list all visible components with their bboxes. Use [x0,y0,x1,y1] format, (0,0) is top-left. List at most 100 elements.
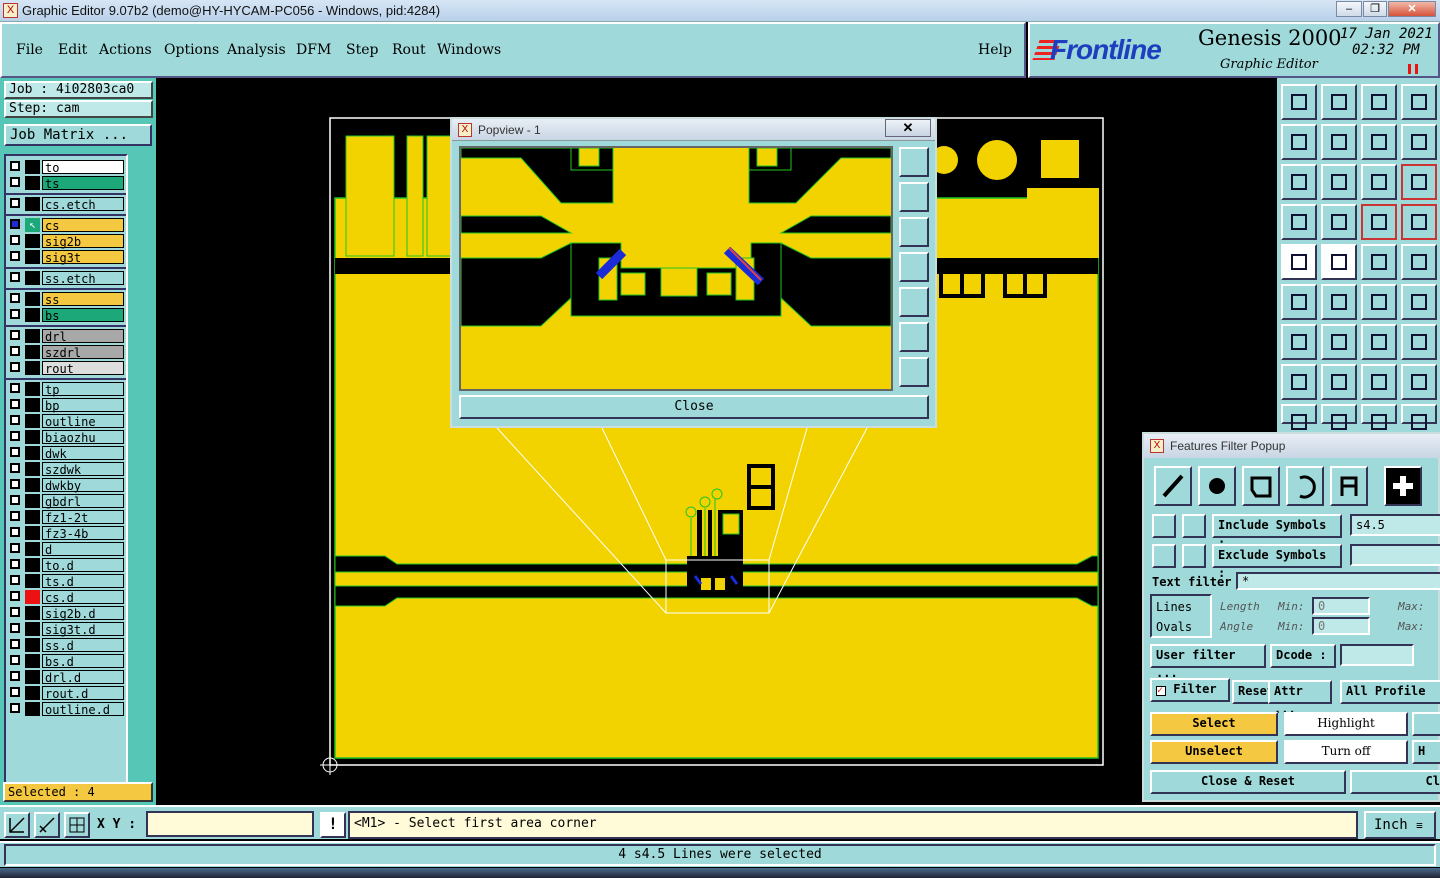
layer-row-fz3-4b[interactable]: fz3-4b [8,526,126,541]
layer-row-cs[interactable]: ↖ cs [8,218,126,233]
layer-affected-marker[interactable] [25,686,40,700]
exclude-pick-icon[interactable] [1152,544,1176,568]
layer-row-ts-d[interactable]: ts.d [8,574,126,589]
popview-center-icon[interactable] [899,357,929,387]
layer-affected-marker[interactable] [25,606,40,620]
popview-zoomed-view[interactable] [461,148,891,389]
warn-4-icon[interactable] [1401,404,1437,430]
popview-pan-left-icon[interactable] [899,252,929,282]
menu-edit[interactable]: Edit [58,42,87,58]
layer-row-szdwk[interactable]: szdwk [8,462,126,477]
layer-checkbox[interactable] [10,527,20,537]
menu-step[interactable]: Step [346,42,378,58]
exclude-symbols-button[interactable]: Exclude Symbols : [1212,544,1342,580]
center-icon[interactable] [1321,164,1357,200]
layer-row-sig2b[interactable]: sig2b [8,234,126,249]
layer-row-drl-d[interactable]: drl.d [8,670,126,685]
layer-row-to[interactable]: to [8,160,126,175]
layer-checkbox[interactable] [10,293,20,303]
popview-zoom-in-icon[interactable] [899,147,929,177]
zoom-10-icon[interactable] [1361,124,1397,160]
layer-row-gbdrl[interactable]: gbdrl [8,494,126,509]
add-pad-icon[interactable] [1281,244,1317,280]
units-dropdown[interactable]: Inch ≡ [1364,811,1436,839]
layer-affected-marker[interactable] [25,574,40,588]
layer-affected-marker[interactable] [25,414,40,428]
layer-row-drl[interactable]: drl [8,329,126,344]
minimize-button[interactable]: – [1336,1,1362,17]
filter-titlebar[interactable]: X Features Filter Popup [1144,434,1440,458]
layer-checkbox[interactable] [10,511,20,521]
help-query-icon[interactable] [1401,164,1437,200]
highlight-button[interactable]: Highlight [1284,712,1408,736]
layer-row-biaozhu[interactable]: biaozhu [8,430,126,445]
layer-row-ss-etch[interactable]: ss.etch [8,271,126,286]
layer-row-to-d[interactable]: to.d [8,558,126,573]
layer-affected-marker[interactable] [25,329,40,343]
cutter-icon[interactable] [1281,204,1317,240]
exclude-symbols-input[interactable] [1350,544,1440,566]
layer-row-fz1-2t[interactable]: fz1-2t [8,510,126,525]
layer-row-dwk[interactable]: dwk [8,446,126,461]
layer-checkbox[interactable] [10,543,20,553]
work-layer-pointer-icon[interactable]: ↖ [25,218,40,232]
pan-left-icon[interactable] [1281,124,1317,160]
angle-icon[interactable] [1281,324,1317,360]
popview-close-icon[interactable]: ✕ [885,119,931,137]
layer-affected-marker[interactable] [25,558,40,572]
popview-titlebar[interactable]: X Popview - 1 ✕ [452,119,935,141]
arc-type-icon[interactable] [1286,466,1324,506]
layer-row-szdrl[interactable]: szdrl [8,345,126,360]
layer-checkbox[interactable] [10,431,20,441]
select-button[interactable]: Select [1150,712,1278,736]
layer-affected-marker[interactable] [25,590,40,604]
layer-affected-marker[interactable] [25,345,40,359]
dot-icon[interactable] [1401,244,1437,280]
layer-row-sig3t[interactable]: sig3t [8,250,126,265]
include-pick-icon[interactable] [1152,514,1176,538]
layer-affected-marker[interactable] [25,702,40,716]
layer-affected-marker[interactable] [25,292,40,306]
layer-row-ts[interactable]: ts [8,176,126,191]
include-pick2-icon[interactable] [1182,514,1206,538]
layer-checkbox[interactable] [10,362,20,372]
job-matrix-button[interactable]: Job Matrix ... [4,124,152,146]
resize-icon[interactable] [1361,364,1397,400]
layer-affected-marker[interactable] [25,622,40,636]
layer-checkbox[interactable] [10,198,20,208]
unselect-button[interactable]: Unselect [1150,740,1278,764]
layer-checkbox[interactable] [10,399,20,409]
layer-affected-marker[interactable] [25,638,40,652]
text-filter-input[interactable]: * [1236,572,1440,590]
restore-button[interactable]: ❐ [1363,1,1387,17]
layer-affected-marker[interactable] [25,526,40,540]
popview-pan-down-icon[interactable] [899,217,929,247]
popview-close-button[interactable]: Close [459,395,929,419]
pause-icon[interactable] [1408,64,1418,74]
warn-3-icon[interactable] [1361,404,1397,430]
menu-help[interactable]: Help [978,42,1012,58]
layer-diff-icon[interactable] [1401,204,1437,240]
layer-checkbox[interactable] [10,655,20,665]
close-window-button[interactable]: ✕ [1388,1,1436,17]
exclude-pick2-icon[interactable] [1182,544,1206,568]
ruler-icon[interactable] [1361,244,1397,280]
layer-checkbox[interactable] [10,415,20,425]
layer-row-d[interactable]: d [8,542,126,557]
layer-checkbox[interactable] [10,330,20,340]
layer-checkbox[interactable] [10,219,20,229]
layer-checkbox[interactable] [10,623,20,633]
snap-down-icon[interactable] [1321,84,1357,120]
copy-icon[interactable] [1401,364,1437,400]
scale-1-2-icon[interactable] [1361,164,1397,200]
user-filter-button[interactable]: User filter ... [1150,644,1266,680]
cross-icon[interactable] [1321,284,1357,320]
layer-checkbox[interactable] [10,575,20,585]
menu-rout[interactable]: Rout [392,42,426,58]
layer-checkbox[interactable] [10,161,20,171]
dash-icon[interactable] [1321,364,1357,400]
menu-dfm[interactable]: DFM [296,42,331,58]
menu-options[interactable]: Options [164,42,219,58]
layer-row-outline[interactable]: outline [8,414,126,429]
menu-file[interactable]: File [16,42,43,58]
